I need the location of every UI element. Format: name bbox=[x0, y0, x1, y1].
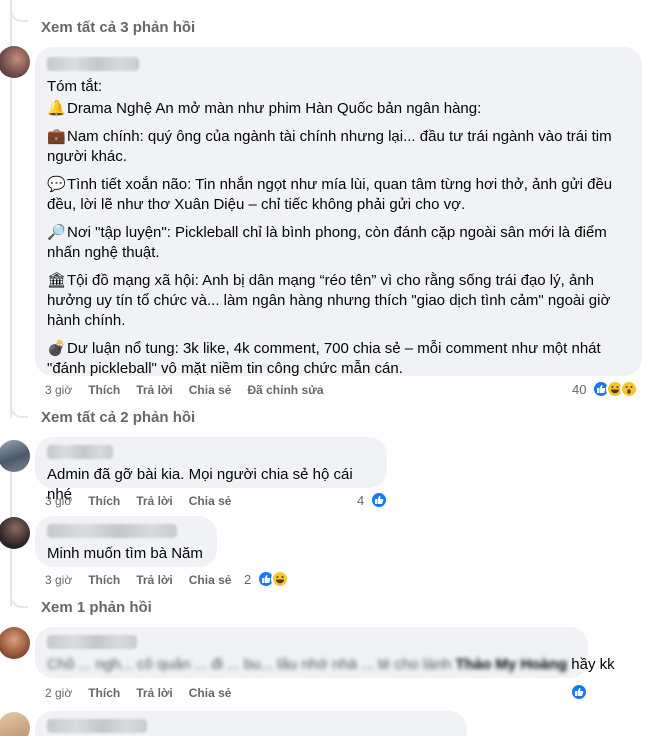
author-name-redacted[interactable] bbox=[47, 524, 177, 538]
share-button[interactable]: Chia sẻ bbox=[189, 494, 232, 508]
avatar[interactable] bbox=[0, 517, 30, 549]
comment-paragraph: Nam chính: quý ông của ngành tài chính n… bbox=[47, 128, 612, 165]
thread-curve bbox=[10, 402, 28, 418]
reaction-summary[interactable]: 40 bbox=[572, 380, 639, 398]
comment-actions: 2 giờ Thích Trả lời Chia sẻ bbox=[45, 686, 247, 700]
wow-reaction-icon bbox=[620, 380, 639, 398]
like-button[interactable]: Thích bbox=[88, 383, 120, 397]
comment-body: Minh muốn tìm bà Năm bbox=[47, 545, 203, 562]
comment-paragraph: Tóm tắt: bbox=[47, 78, 103, 95]
reply-button[interactable]: Trả lời bbox=[136, 686, 173, 700]
author-name-redacted[interactable] bbox=[47, 445, 113, 459]
comment-actions: 3 giờ Thích Trả lời Chia sẻ bbox=[45, 494, 247, 508]
comment-bubble: Tóm tắt: 🔔Drama Nghệ An mở màn như phim … bbox=[35, 47, 642, 379]
edited-label[interactable]: Đã chỉnh sửa bbox=[247, 383, 323, 397]
comment-bubble: Minh muốn tìm bà Năm bbox=[35, 516, 217, 567]
avatar[interactable] bbox=[0, 440, 30, 472]
share-button[interactable]: Chia sẻ bbox=[189, 573, 232, 587]
comment-time[interactable]: 3 giờ bbox=[45, 573, 72, 587]
thread-curve bbox=[10, 6, 28, 22]
avatar[interactable] bbox=[0, 712, 30, 736]
comment-actions: 3 giờ Thích Trả lời Chia sẻ Đã chỉnh sửa bbox=[45, 383, 340, 397]
comment-actions: 3 giờ Thích Trả lời Chia sẻ bbox=[45, 573, 247, 587]
reply-button[interactable]: Trả lời bbox=[136, 573, 173, 587]
comment-time[interactable]: 3 giờ bbox=[45, 494, 72, 508]
comment-paragraph: Nơi "tập luyện": Pickleball chỉ là bình … bbox=[47, 224, 607, 261]
comment-time[interactable]: 3 giờ bbox=[45, 383, 72, 397]
reply-button[interactable]: Trả lời bbox=[136, 383, 173, 397]
reaction-count: 2 bbox=[244, 571, 252, 587]
comment-bubble: Chồ ... ngh... cô quản ... đi ... bu... … bbox=[35, 627, 615, 678]
share-button[interactable]: Chia sẻ bbox=[189, 383, 232, 397]
bank-icon: 🏛 bbox=[47, 272, 67, 289]
like-button[interactable]: Thích bbox=[88, 494, 120, 508]
mentioned-user-redacted[interactable]: Thảo My Hoàng bbox=[455, 656, 567, 673]
view-replies-link[interactable]: Xem tất cả 3 phản hồi bbox=[41, 19, 195, 36]
comment-body: Chồ ... ngh... cô quản ... đi ... bu... … bbox=[47, 655, 615, 675]
bell-icon: 🔔 bbox=[47, 100, 66, 117]
magnifier-icon: 🔎 bbox=[47, 224, 66, 241]
author-name-redacted[interactable] bbox=[47, 57, 139, 71]
avatar[interactable] bbox=[0, 46, 30, 78]
comment-bubble bbox=[35, 711, 467, 736]
thread-curve bbox=[10, 592, 28, 608]
view-replies-link[interactable]: Xem tất cả 2 phản hồi bbox=[41, 409, 195, 426]
comment-bubble: Admin đã gỡ bài kia. Mọi người chia sẻ h… bbox=[35, 437, 387, 503]
haha-reaction-icon bbox=[271, 570, 290, 588]
reply-button[interactable]: Trả lời bbox=[136, 494, 173, 508]
comment-paragraph: Tình tiết xoắn não: Tin nhắn ngọt như mí… bbox=[47, 176, 613, 213]
comment-body: Tóm tắt: 🔔Drama Nghệ An mở màn như phim … bbox=[47, 77, 630, 379]
author-name-redacted[interactable] bbox=[47, 719, 147, 733]
bomb-icon: 💣 bbox=[47, 340, 66, 357]
avatar[interactable] bbox=[0, 627, 30, 659]
author-name-redacted[interactable] bbox=[47, 635, 137, 649]
like-button[interactable]: Thích bbox=[88, 573, 120, 587]
reaction-count: 4 bbox=[357, 492, 365, 508]
view-replies-link[interactable]: Xem 1 phản hồi bbox=[41, 599, 152, 616]
like-reaction-icon bbox=[370, 491, 389, 509]
comment-paragraph: Drama Nghệ An mở màn như phim Hàn Quốc b… bbox=[67, 100, 482, 117]
speech-bubble-icon: 💬 bbox=[47, 176, 66, 193]
like-reaction-icon bbox=[570, 683, 588, 701]
briefcase-icon: 💼 bbox=[47, 128, 66, 145]
reaction-count: 40 bbox=[572, 381, 587, 397]
share-button[interactable]: Chia sẻ bbox=[189, 686, 232, 700]
like-button[interactable]: Thích bbox=[88, 686, 120, 700]
reaction-summary[interactable]: 4 bbox=[357, 491, 389, 509]
comment-text-redacted: Chồ ... ngh... cô quản ... đi ... bu... … bbox=[47, 656, 452, 673]
comment-paragraph: Tội đồ mạng xã hội: Anh bị dân mạng “réo… bbox=[47, 272, 611, 329]
reaction-summary[interactable] bbox=[570, 683, 588, 701]
comment-text-end: hầy kk bbox=[571, 656, 615, 673]
comment-time[interactable]: 2 giờ bbox=[45, 686, 72, 700]
reaction-summary[interactable]: 2 bbox=[244, 570, 290, 588]
comment-paragraph: Dư luận nổ tung: 3k like, 4k comment, 70… bbox=[47, 340, 601, 377]
